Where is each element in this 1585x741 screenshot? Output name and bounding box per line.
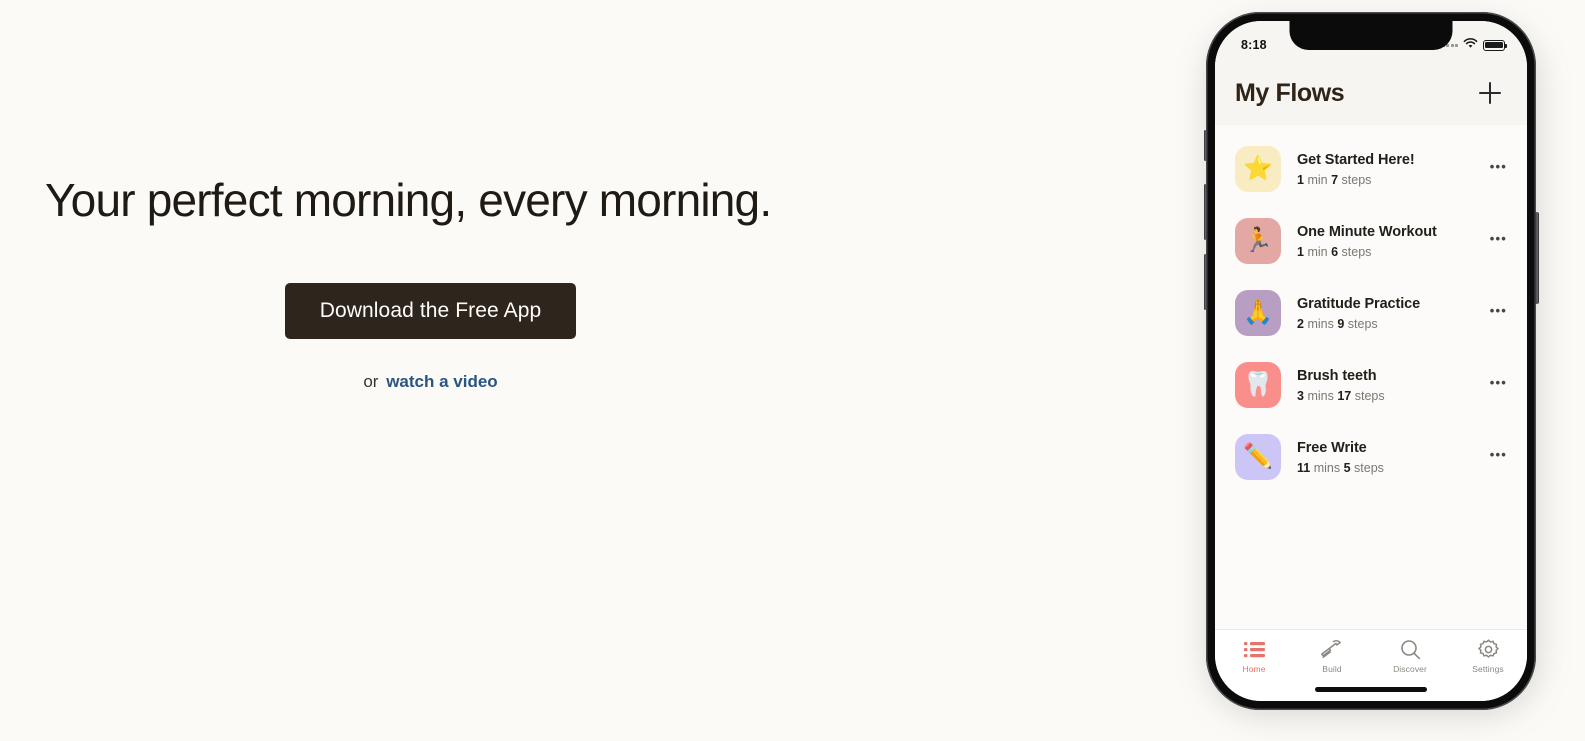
flow-row[interactable]: ⭐ Get Started Here! 1 min 7 steps ••• — [1215, 133, 1527, 205]
wifi-icon — [1463, 36, 1478, 54]
flow-duration-unit: min — [1307, 172, 1328, 187]
tab-label: Settings — [1472, 664, 1504, 674]
home-indicator — [1315, 687, 1427, 692]
flow-text: Brush teeth 3 mins 17 steps — [1297, 368, 1488, 403]
tab-label: Discover — [1393, 664, 1427, 674]
flow-duration-unit: mins — [1307, 316, 1334, 331]
flow-text: One Minute Workout 1 min 6 steps — [1297, 224, 1488, 259]
silent-switch-button[interactable] — [1203, 130, 1207, 161]
list-icon — [1243, 638, 1265, 660]
flow-row[interactable]: ✏️ Free Write 11 mins 5 steps ••• — [1215, 421, 1527, 493]
flow-emoji-icon: 🏃 — [1235, 218, 1281, 264]
flow-steps-unit: steps — [1347, 316, 1378, 331]
ellipsis-icon[interactable]: ••• — [1488, 302, 1509, 324]
flow-name: Brush teeth — [1297, 367, 1377, 384]
flow-row[interactable]: 🦷 Brush teeth 3 mins 17 steps ••• — [1215, 349, 1527, 421]
flow-name: Get Started Here! — [1297, 151, 1415, 168]
flow-steps-value: 9 — [1337, 316, 1345, 331]
ellipsis-icon[interactable]: ••• — [1488, 230, 1509, 252]
download-app-button[interactable]: Download the Free App — [285, 283, 576, 339]
ellipsis-icon[interactable]: ••• — [1488, 158, 1509, 180]
flow-steps-value: 5 — [1343, 460, 1351, 475]
tab-home[interactable]: Home — [1215, 638, 1293, 674]
page-headline: Your perfect morning, every morning. — [45, 174, 772, 226]
hammer-icon — [1321, 638, 1343, 660]
flow-name: Free Write — [1297, 439, 1367, 456]
flow-name: One Minute Workout — [1297, 223, 1437, 240]
flow-meta: 1 min 6 steps — [1297, 245, 1488, 259]
search-icon — [1400, 638, 1421, 660]
flow-duration-value: 1 — [1297, 244, 1304, 259]
flow-emoji-icon: ✏️ — [1235, 434, 1281, 480]
app-title: My Flows — [1235, 78, 1345, 107]
flow-text: Free Write 11 mins 5 steps — [1297, 440, 1488, 475]
flow-meta: 11 mins 5 steps — [1297, 461, 1488, 475]
flow-steps-unit: steps — [1354, 388, 1385, 403]
flow-meta: 1 min 7 steps — [1297, 173, 1488, 187]
tab-discover[interactable]: Discover — [1371, 638, 1449, 674]
flow-text: Gratitude Practice 2 mins 9 steps — [1297, 296, 1488, 331]
hero-section: Your perfect morning, every morning. Dow… — [0, 0, 860, 741]
flow-text: Get Started Here! 1 min 7 steps — [1297, 152, 1488, 187]
phone-mockup: 8:18 My Flows ⭐ Get Started Here! 1 min … — [1198, 12, 1546, 715]
flow-meta: 2 mins 9 steps — [1297, 317, 1488, 331]
battery-icon — [1483, 39, 1508, 51]
flow-list: ⭐ Get Started Here! 1 min 7 steps ••• 🏃 One M… — [1215, 125, 1527, 629]
plus-icon[interactable] — [1475, 78, 1505, 108]
flow-steps-unit: steps — [1354, 460, 1384, 475]
watch-a-video-link[interactable]: watch a video — [386, 372, 497, 391]
watch-video-line: or watch a video — [285, 372, 576, 392]
subline-prefix: or — [363, 372, 379, 391]
power-button[interactable] — [1535, 212, 1539, 304]
flow-duration-value: 2 — [1297, 316, 1304, 331]
flow-duration-value: 1 — [1297, 172, 1304, 187]
flow-row[interactable]: 🏃 One Minute Workout 1 min 6 steps ••• — [1215, 205, 1527, 277]
tab-settings[interactable]: Settings — [1449, 638, 1527, 674]
flow-steps-value: 7 — [1331, 172, 1339, 187]
flow-duration-unit: mins — [1313, 460, 1341, 475]
volume-down-button[interactable] — [1203, 254, 1207, 310]
flow-emoji-icon: 🦷 — [1235, 362, 1281, 408]
ellipsis-icon[interactable]: ••• — [1488, 446, 1509, 468]
flow-meta: 3 mins 17 steps — [1297, 389, 1488, 403]
flow-duration-unit: mins — [1307, 388, 1334, 403]
flow-name: Gratitude Practice — [1297, 295, 1421, 312]
phone-frame: 8:18 My Flows ⭐ Get Started Here! 1 min … — [1203, 12, 1539, 710]
flow-emoji-icon: ⭐ — [1235, 146, 1281, 192]
tab-build[interactable]: Build — [1293, 638, 1371, 674]
flow-duration-value: 3 — [1297, 388, 1304, 403]
volume-up-button[interactable] — [1203, 184, 1207, 240]
flow-emoji-icon: 🙏 — [1235, 290, 1281, 336]
flow-steps-value: 17 — [1337, 388, 1352, 403]
flow-steps-unit: steps — [1341, 172, 1372, 187]
tab-label: Build — [1322, 664, 1342, 674]
app-header: My Flows — [1215, 61, 1527, 125]
flow-steps-unit: steps — [1341, 244, 1372, 259]
tab-label: Home — [1242, 664, 1266, 674]
flow-steps-value: 6 — [1331, 244, 1339, 259]
gear-icon — [1477, 638, 1499, 660]
status-icons — [1441, 36, 1508, 54]
phone-notch — [1289, 21, 1453, 50]
ellipsis-icon[interactable]: ••• — [1488, 374, 1509, 396]
flow-row[interactable]: 🙏 Gratitude Practice 2 mins 9 steps ••• — [1215, 277, 1527, 349]
status-time: 8:18 — [1241, 38, 1267, 52]
flow-duration-value: 11 — [1297, 460, 1311, 475]
phone-screen: 8:18 My Flows ⭐ Get Started Here! 1 min … — [1215, 21, 1527, 701]
flow-duration-unit: min — [1307, 244, 1328, 259]
